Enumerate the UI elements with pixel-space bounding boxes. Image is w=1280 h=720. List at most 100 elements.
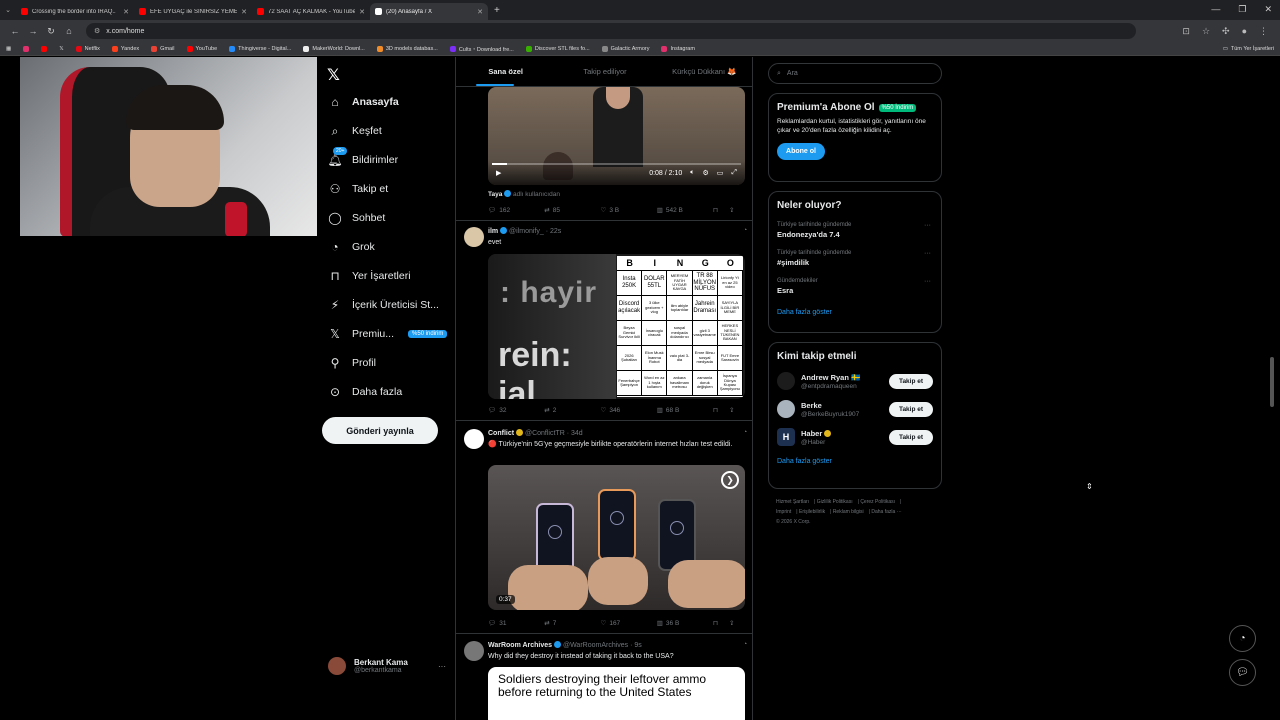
avatar[interactable] — [464, 429, 484, 449]
bookmark-instagram[interactable]: Instagram — [661, 45, 695, 52]
settings-icon[interactable]: ⚙ — [702, 169, 708, 177]
forward-icon[interactable]: → — [24, 26, 42, 36]
follow-button[interactable]: Takip et — [889, 373, 933, 389]
bookmark-galactic-armory[interactable]: Galactic Armory — [601, 45, 649, 52]
bookmark-discover-stl[interactable]: Discover STL files fo... — [525, 45, 590, 52]
bookmark-youtube-icon[interactable] — [41, 45, 48, 52]
pip-icon[interactable]: ▭ — [717, 169, 724, 177]
tab-custom-list[interactable]: Kürkçü Dükkanı 🦊 — [655, 57, 752, 86]
tab-search-icon[interactable]: ⌄ — [0, 6, 16, 14]
page-scrollbar[interactable] — [1269, 57, 1275, 697]
nav-more[interactable]: ⊙ Daha fazla — [328, 385, 402, 399]
nav-bookmarks[interactable]: ⊓ Yer İşaretleri — [328, 269, 410, 283]
footer-link[interactable]: Erişilebilirlik — [799, 509, 825, 515]
volume-icon[interactable]: 🔈︎ — [690, 169, 694, 177]
close-tab-icon[interactable]: ✕ — [241, 8, 247, 16]
nav-follow[interactable]: ⚇ Takip et — [328, 182, 389, 196]
bookmark-youtube[interactable]: YouTube — [186, 45, 217, 52]
views-button[interactable]: ▥ 542 B — [657, 206, 713, 215]
browser-tab-active[interactable]: (20) Anasayfa / X ✕ — [370, 3, 488, 20]
url-input[interactable]: ⚙ x.com/home — [86, 23, 1136, 39]
star-icon[interactable]: ☆ — [1202, 26, 1210, 37]
browser-tab[interactable]: Crossing the border into IRAQ.. ✕ — [16, 3, 134, 20]
nav-chat[interactable]: ◯ Sohbet — [328, 211, 385, 225]
nav-home[interactable]: ⌂ Anasayfa — [328, 95, 398, 109]
tab-for-you[interactable]: Sana özel — [456, 57, 555, 86]
repost-button[interactable]: ⇄ 85 — [544, 206, 600, 215]
messages-fab-button[interactable]: 💬︎ — [1229, 659, 1256, 686]
bookmark-gmail[interactable]: Gmail — [151, 45, 175, 52]
maximize-icon[interactable]: ❐ — [1238, 4, 1246, 15]
play-icon[interactable]: ❯ — [721, 471, 739, 489]
account-switcher[interactable]: Berkant Kama @berkantkama ··· — [328, 657, 446, 675]
menu-icon[interactable]: ⋮ — [1259, 26, 1268, 37]
minimize-icon[interactable]: — — [1211, 4, 1220, 15]
reply-button[interactable]: 💬︎ 162 — [488, 206, 544, 215]
more-options-icon[interactable]: ··· — [924, 278, 931, 285]
grok-icon[interactable]: ◔ — [743, 641, 747, 648]
reply-button[interactable]: 💬︎ 31 — [488, 619, 544, 628]
footer-link[interactable]: Reklam bilgisi — [833, 509, 864, 515]
bookmark-icon[interactable]: ⊓ — [713, 619, 729, 627]
play-icon[interactable]: ▶ — [496, 169, 501, 177]
trend-item[interactable]: Türkiye tarihinde gündemde Endonezya'da … — [777, 222, 933, 239]
views-button[interactable]: ▥ 36 B — [657, 619, 713, 628]
footer-link[interactable]: Hizmet Şartları — [776, 499, 809, 505]
fullscreen-icon[interactable]: ⤢ — [731, 169, 737, 177]
bookmark-makerworld[interactable]: MakerWorld: Downl... — [303, 45, 365, 52]
like-button[interactable]: ♡ 3 B — [601, 206, 657, 215]
grok-icon[interactable]: ◔ — [743, 227, 747, 234]
trend-item[interactable]: Gündemdekiler Esra ··· — [777, 278, 933, 295]
share-icon[interactable]: ⇪ — [729, 206, 745, 214]
avatar[interactable] — [464, 641, 484, 661]
browser-tab[interactable]: EFE UYGAÇ ile SINIRSIZ YEMEK ✕ — [134, 3, 252, 20]
bookmark-yandex[interactable]: Yandex — [111, 45, 139, 52]
nav-grok[interactable]: ◔ Grok — [328, 240, 374, 254]
follow-suggestion[interactable]: Andrew Ryan 🇸🇪 @entpdramaqueen Takip et — [777, 372, 933, 390]
footer-link[interactable]: Daha fazla ··· — [871, 509, 901, 515]
bookmark-x-icon[interactable]: 𝕏 — [59, 46, 63, 52]
nav-explore[interactable]: ⌕ Keşfet — [328, 124, 382, 138]
back-icon[interactable]: ← — [6, 26, 24, 36]
nav-premium[interactable]: 𝕏 Premiu... %50 indirim — [328, 327, 448, 341]
footer-link[interactable]: Imprint — [776, 509, 791, 515]
video-thumbnail[interactable]: ❯ 0:37 — [488, 465, 745, 610]
bookmark-icon[interactable]: ⊓ — [713, 406, 729, 414]
more-options-icon[interactable]: ··· — [924, 250, 931, 257]
bookmark-3d-models[interactable]: 3D models databas... — [376, 45, 438, 52]
footer-link[interactable]: Gizlilik Politikası — [817, 499, 853, 505]
browser-tab[interactable]: 72 SAAT AÇ KALMAK - YouTube ✕ — [252, 3, 370, 20]
like-button[interactable]: ♡ 346 — [601, 406, 657, 415]
all-bookmarks[interactable]: ▭ Tüm Yer İşaretleri — [1223, 46, 1274, 52]
apps-icon[interactable]: ▦ — [6, 46, 11, 52]
follow-button[interactable]: Takip et — [889, 401, 933, 417]
nav-creator-studio[interactable]: ⚡︎ İçerik Üreticisi St... — [328, 298, 439, 312]
site-info-icon[interactable]: ⚙ — [94, 27, 100, 35]
share-icon[interactable]: ⇪ — [729, 406, 745, 414]
reload-icon[interactable]: ↻ — [42, 26, 60, 37]
show-more-link[interactable]: Daha fazla göster — [777, 458, 933, 465]
profile-avatar-icon[interactable]: ● — [1242, 26, 1247, 37]
views-button[interactable]: ▥ 68 B — [657, 406, 713, 415]
search-input[interactable]: ⌕ Ara — [768, 63, 942, 84]
scrollbar-thumb[interactable] — [1270, 357, 1274, 407]
home-icon[interactable]: ⌂ — [60, 26, 78, 36]
video-player[interactable]: ▶ 0:08 / 2:10 🔈︎ ⚙ ▭ ⤢ — [488, 87, 745, 185]
x-logo-icon[interactable]: 𝕏 — [327, 65, 340, 85]
post-image[interactable]: Soldiers destroying their leftover ammo … — [488, 667, 745, 720]
subscribe-button[interactable]: Abone ol — [777, 143, 825, 161]
post-button[interactable]: Gönderi yayınla — [322, 417, 438, 444]
show-more-link[interactable]: Daha fazla göster — [777, 309, 933, 316]
close-tab-icon[interactable]: ✕ — [123, 8, 129, 16]
follow-button[interactable]: Takip et — [889, 429, 933, 445]
tab-following[interactable]: Takip ediliyor — [555, 57, 654, 86]
close-tab-icon[interactable]: ✕ — [477, 8, 483, 16]
share-icon[interactable]: ⇪ — [729, 619, 745, 627]
nav-notifications[interactable]: 🔔︎ 20+ Bildirimler — [327, 147, 398, 167]
bookmark-netflix[interactable]: Netflix — [75, 45, 100, 52]
repost-button[interactable]: ⇄ 7 — [544, 619, 600, 628]
install-icon[interactable]: ⊡ — [1182, 26, 1190, 37]
close-tab-icon[interactable]: ✕ — [359, 8, 365, 16]
extensions-icon[interactable]: ✣ — [1222, 26, 1230, 37]
more-options-icon[interactable]: ··· — [438, 662, 446, 671]
